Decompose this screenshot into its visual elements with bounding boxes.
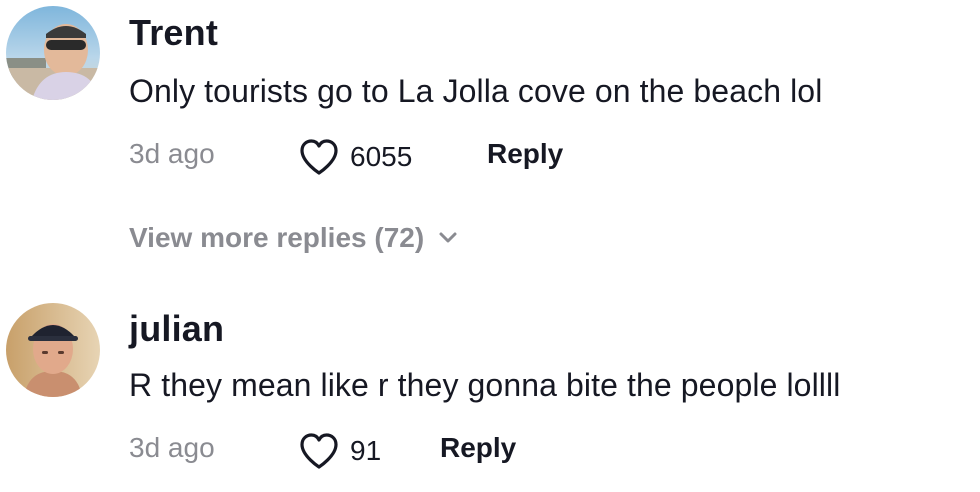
comment-text: Only tourists go to La Jolla cove on the…: [129, 73, 823, 109]
comment-username[interactable]: Trent: [129, 12, 218, 54]
heart-outline-icon: [300, 139, 338, 175]
comment-username[interactable]: julian: [129, 308, 224, 350]
comment-timestamp: 3d ago: [129, 432, 215, 463]
view-more-replies-label: View more replies (72): [129, 222, 425, 253]
reply-button[interactable]: Reply: [487, 138, 563, 170]
chevron-down-icon: [439, 232, 457, 243]
heart-outline-icon: [300, 433, 338, 469]
like-count: 91: [350, 435, 382, 466]
avatar[interactable]: [6, 303, 100, 397]
comment-timestamp: 3d ago: [129, 138, 215, 169]
reply-button[interactable]: Reply: [440, 432, 516, 464]
like-count: 6055: [350, 141, 413, 172]
view-more-replies-button[interactable]: View more replies (72): [129, 222, 458, 254]
avatar[interactable]: [6, 6, 100, 100]
comment-text: R they mean like r they gonna bite the p…: [129, 367, 841, 403]
like-button[interactable]: 6055: [298, 138, 412, 176]
comment-item: julian R they mean like r they gonna bit…: [0, 296, 980, 492]
like-button[interactable]: 91: [298, 432, 381, 470]
comment-item: Trent Only tourists go to La Jolla cove …: [0, 0, 980, 200]
